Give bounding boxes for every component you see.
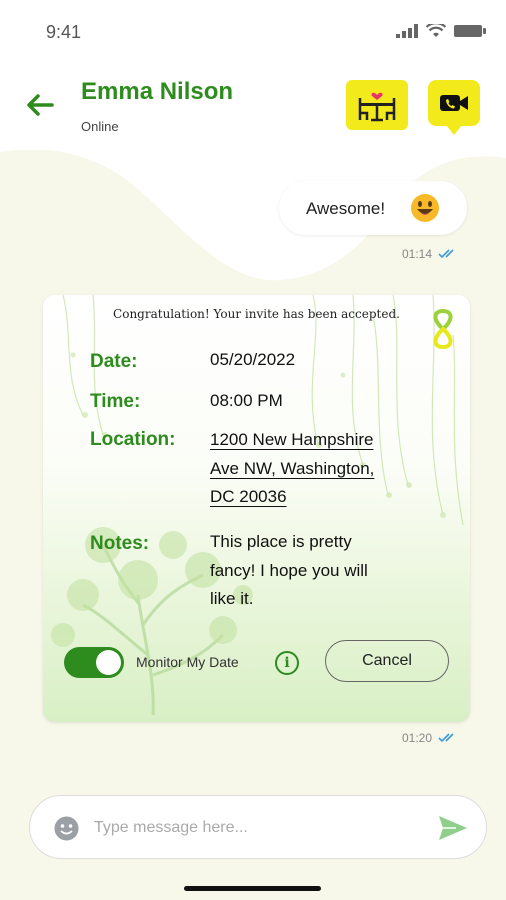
location-label: Location: [90, 429, 176, 450]
emoji-icon[interactable] [54, 816, 79, 841]
notes-value: This place is pretty fancy! I hope you w… [210, 528, 368, 614]
message-input[interactable] [94, 810, 414, 846]
contact-status: Online [81, 119, 119, 134]
grinning-face-emoji-icon [411, 194, 439, 222]
monitor-date-toggle[interactable] [64, 647, 124, 678]
status-icons [396, 24, 486, 38]
video-camera-icon [440, 95, 468, 111]
cancel-button[interactable]: Cancel [325, 640, 449, 682]
app-logo-icon [433, 309, 453, 349]
notes-line: fancy! I hope you will [210, 560, 368, 580]
date-label: Date: [90, 351, 138, 372]
invite-accepted-header: Congratulation! Your invite has been acc… [113, 307, 400, 321]
date-invite-card[interactable]: Congratulation! Your invite has been acc… [43, 295, 470, 722]
double-check-icon [438, 733, 454, 743]
message-composer [29, 795, 487, 859]
message-text: Awesome! [306, 199, 386, 218]
video-call-button[interactable] [428, 80, 480, 135]
status-bar: 9:41 [0, 0, 506, 60]
back-arrow-icon[interactable] [24, 90, 56, 120]
time-label: Time: [90, 391, 141, 412]
signal-icon [396, 24, 418, 38]
wifi-icon [426, 24, 446, 37]
battery-icon [454, 25, 486, 37]
date-value: 05/20/2022 [210, 350, 296, 369]
message-time: 01:14 [402, 247, 433, 261]
notes-line: like it. [210, 589, 254, 608]
contact-name[interactable]: Emma Nilson [81, 78, 233, 106]
location-line: Ave NW, Washington, [210, 458, 375, 478]
status-time: 9:41 [46, 22, 82, 42]
message-meta: 01:14 [402, 247, 460, 261]
monitor-date-label: Monitor My Date [136, 654, 239, 670]
sent-message-bubble[interactable]: Awesome! [279, 181, 467, 235]
message-time: 01:20 [402, 731, 433, 745]
chat-header: Emma Nilson Online [0, 60, 506, 150]
notes-label: Notes: [90, 533, 150, 554]
date-invite-button[interactable] [346, 80, 408, 130]
location-line: 1200 New Hampshire [210, 430, 374, 449]
send-icon[interactable] [438, 814, 468, 842]
home-indicator[interactable] [184, 886, 321, 891]
location-link[interactable]: 1200 New Hampshire Ave NW, Washington, D… [210, 426, 374, 512]
time-value: 08:00 PM [210, 391, 283, 410]
toggle-knob [96, 650, 121, 675]
location-line: DC 20036 [210, 487, 287, 506]
double-check-icon [438, 249, 454, 259]
invite-message-meta: 01:20 [402, 731, 460, 745]
chat-area[interactable]: Awesome! 01:14 Congratulation! Your invi… [0, 140, 506, 900]
notes-line: This place is pretty [210, 532, 352, 551]
info-icon[interactable]: i [275, 651, 299, 675]
date-table-icon [358, 92, 396, 122]
